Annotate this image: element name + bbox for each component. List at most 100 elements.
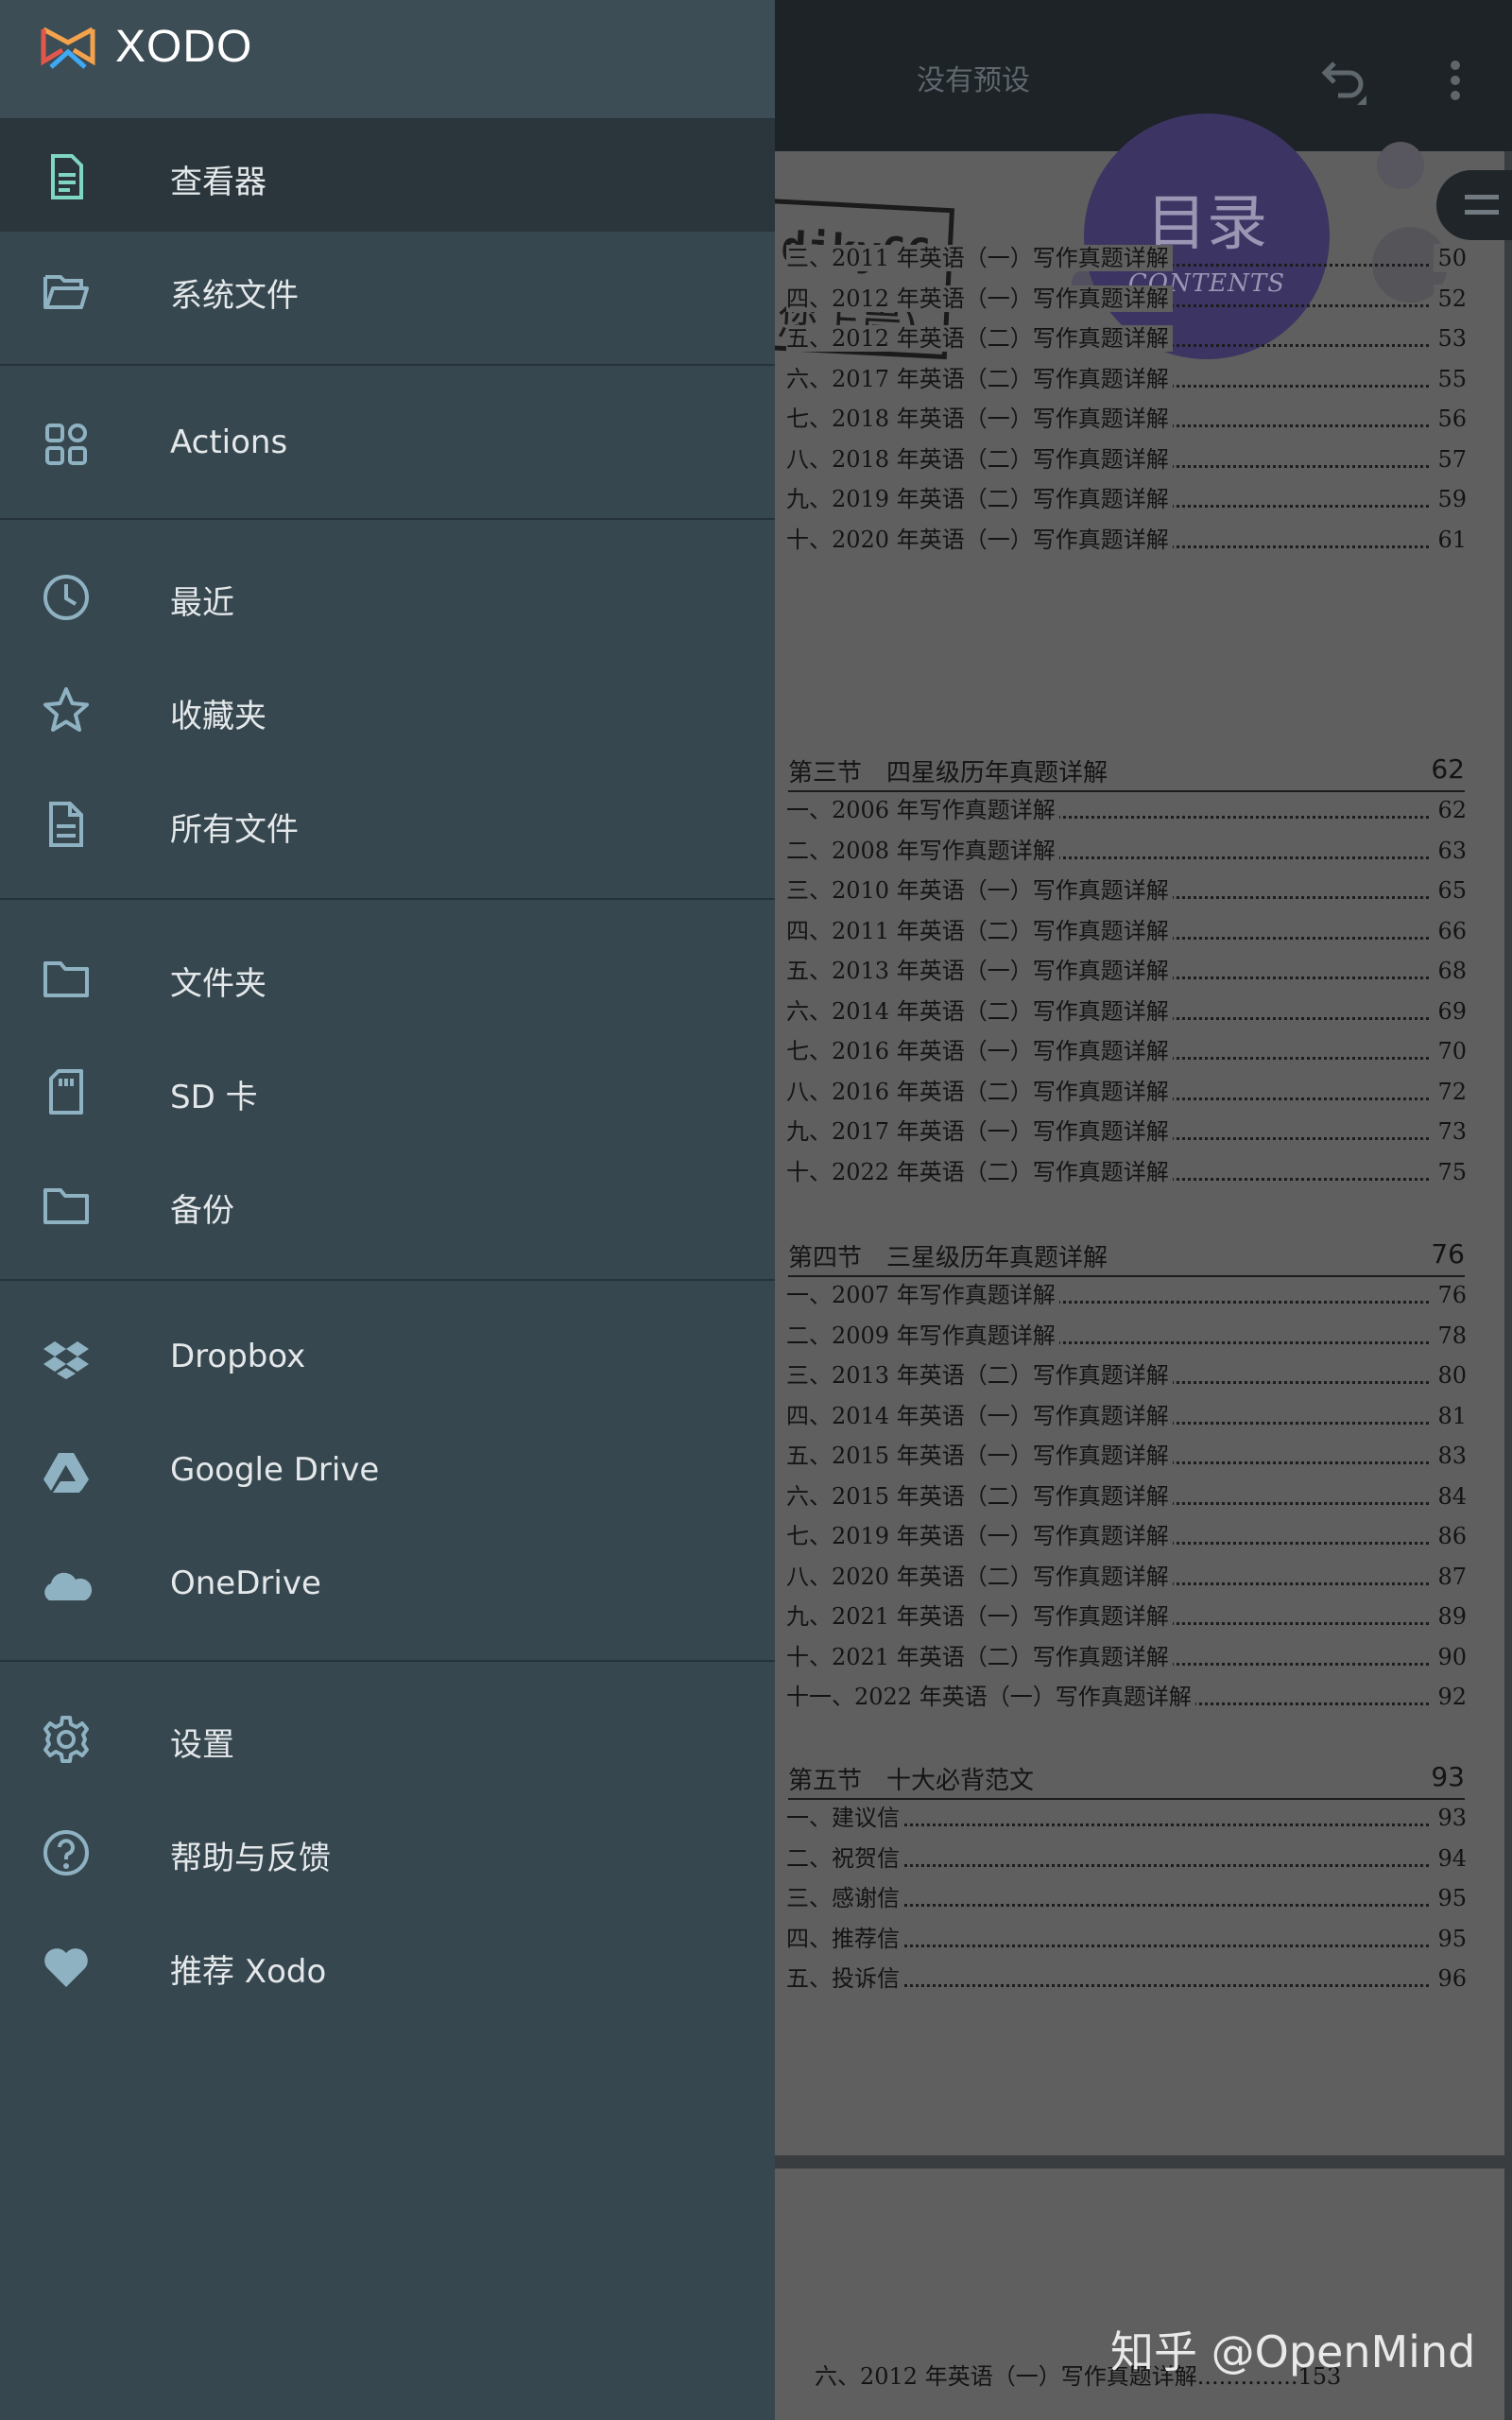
nav-item-label: Google Drive — [170, 1451, 380, 1489]
toc-line-text: 十一、2022 年英语（一）写作真题详解 — [786, 1684, 1195, 1710]
toc-line: 五、2015 年英语（一）写作真题详解 83 — [786, 1442, 1467, 1470]
toc-line-page: 94 — [1434, 1843, 1467, 1873]
nav-item-label: SD 卡 — [170, 1079, 258, 1116]
undo-icon[interactable] — [1314, 52, 1370, 109]
toc-line: 五、2013 年英语（一）写作真题详解 68 — [786, 957, 1467, 985]
more-options-icon[interactable] — [1441, 52, 1469, 109]
toc-line: 十、2021 年英语（二）写作真题详解 90 — [786, 1642, 1467, 1671]
toc-line: 一、2006 年写作真题详解 62 — [786, 796, 1467, 824]
pdf-page[interactable]: 六、2012 年英语（一）写作真题详解..............153 — [767, 2169, 1504, 2420]
toc-line-text: 四、2012 年英语（一）写作真题详解 — [786, 285, 1173, 312]
toc-line-page: 72 — [1434, 1077, 1467, 1106]
nav-actions[interactable]: Actions — [0, 386, 775, 499]
nav-item-label: 帮助与反馈 — [170, 1840, 331, 1877]
nav-folders[interactable]: 文件夹 — [0, 920, 775, 1033]
nav-item-label: 文件夹 — [170, 965, 266, 1003]
toc-line: 五、2012 年英语（二）写作真题详解 53 — [786, 324, 1467, 353]
toc-line: 四、2012 年英语（一）写作真题详解 52 — [786, 284, 1467, 313]
toc-line-text: 五、2013 年英语（一）写作真题详解 — [786, 958, 1173, 984]
nav-system-files[interactable]: 系统文件 — [0, 232, 775, 345]
toc-line: 二、2009 年写作真题详解 78 — [786, 1321, 1467, 1350]
toc-line-text: 六、2014 年英语（二）写作真题详解 — [786, 997, 1173, 1025]
document-icon — [51, 154, 83, 199]
toc-line-text: 五、2015 年英语（一）写作真题详解 — [786, 1443, 1173, 1469]
toc-line-text: 一、建议信 — [786, 1805, 903, 1831]
toc-line-page: 96 — [1434, 1964, 1467, 1993]
nav-item-label: 设置 — [170, 1726, 234, 1764]
toc-line-text: 七、2019 年英语（一）写作真题详解 — [786, 1523, 1173, 1549]
backup-folder-icon — [43, 1188, 89, 1224]
toc-line-text: 三、2013 年英语（二）写作真题详解 — [786, 1362, 1173, 1389]
side-panel-handle[interactable] — [1436, 170, 1512, 240]
folder-icon — [43, 961, 89, 997]
toc-line: 七、2016 年英语（一）写作真题详解 70 — [786, 1037, 1467, 1065]
toc-line-page: 68 — [1434, 957, 1467, 985]
xodo-logo-icon — [41, 26, 95, 69]
toc-heading-text: 第四节 三星级历年真题详解 — [788, 1244, 1108, 1272]
heart-icon — [44, 1948, 88, 1987]
nav-item-label: 所有文件 — [170, 811, 299, 849]
nav-settings[interactable]: 设置 — [0, 1681, 775, 1794]
toc-line: 八、2020 年英语（二）写作真题详解 87 — [786, 1562, 1467, 1591]
toc-line: 三、2013 年英语（二）写作真题详解 80 — [786, 1361, 1467, 1390]
toc-line-text: 三、2010 年英语（一）写作真题详解 — [786, 877, 1173, 904]
onedrive-icon — [44, 1572, 93, 1600]
toc-line-page: 78 — [1434, 1321, 1467, 1350]
toc-line-text: 一、2006 年写作真题详解 — [786, 797, 1059, 823]
toc-line: 六、2017 年英语（二）写作真题详解 55 — [786, 364, 1467, 393]
file-icon — [49, 802, 83, 847]
toc-line-page: 62 — [1434, 796, 1467, 824]
nav-item-label: 最近 — [170, 584, 234, 622]
toc-line: 十、2022 年英语（二）写作真题详解 75 — [786, 1157, 1467, 1186]
nav-all-files[interactable]: 所有文件 — [0, 766, 775, 879]
gear-icon — [43, 1716, 89, 1763]
toc-line-page: 93 — [1434, 1804, 1467, 1832]
toc-line: 六、2015 年英语（二）写作真题详解 84 — [786, 1481, 1467, 1511]
toc-line-text: 一、2007 年写作真题详解 — [786, 1282, 1059, 1308]
nav-onedrive[interactable]: OneDrive — [0, 1527, 775, 1640]
toc-line-text: 九、2021 年英语（一）写作真题详解 — [786, 1603, 1173, 1630]
nav-google-drive[interactable]: Google Drive — [0, 1413, 775, 1527]
nav-backup[interactable]: 备份 — [0, 1147, 775, 1260]
toc-line-page: 55 — [1434, 364, 1467, 393]
toc-line-page: 56 — [1434, 405, 1467, 433]
nav-favorites[interactable]: 收藏夹 — [0, 652, 775, 766]
toc-heading-text: 第五节 十大必背范文 — [788, 1767, 1035, 1795]
toc-heading-page: 62 — [1431, 753, 1465, 785]
pdf-page[interactable]: djky66 您上岸) 目录 CONTENTS 三、2011 年英语（一）写作真… — [757, 113, 1504, 2155]
toc-line: 十、2020 年英语（一）写作真题详解 61 — [786, 525, 1467, 554]
toc-line-page: 70 — [1434, 1037, 1467, 1065]
toc-line-page: 84 — [1434, 1481, 1467, 1511]
toc-line-text: 十、2020 年英语（一）写作真题详解 — [786, 526, 1173, 553]
toc-line: 五、投诉信 96 — [786, 1964, 1467, 1993]
nav-recommend[interactable]: 推荐 Xodo — [0, 1908, 775, 2021]
sd-card-icon — [49, 1069, 83, 1115]
toc-line: 二、祝贺信 94 — [786, 1843, 1467, 1873]
nav-sd-card[interactable]: SD 卡 — [0, 1033, 775, 1147]
toc-line: 九、2019 年英语（二）写作真题详解 59 — [786, 485, 1467, 513]
toc-line-text: 七、2018 年英语（一）写作真题详解 — [786, 406, 1173, 432]
toc-line-text: 九、2017 年英语（一）写作真题详解 — [786, 1118, 1173, 1145]
toc-line-page: 89 — [1434, 1602, 1467, 1631]
toc-line: 八、2018 年英语（二）写作真题详解 57 — [786, 444, 1467, 474]
grid-icon — [45, 424, 87, 465]
nav-dropbox[interactable]: Dropbox — [0, 1300, 775, 1413]
toc-line: 一、建议信 93 — [786, 1804, 1467, 1832]
toc-line-text: 四、推荐信 — [786, 1925, 903, 1952]
star-icon — [43, 687, 89, 732]
nav-help[interactable]: 帮助与反馈 — [0, 1794, 775, 1908]
toc-line-text: 七、2016 年英语（一）写作真题详解 — [786, 1038, 1173, 1064]
toc-line-text: 五、投诉信 — [786, 1965, 903, 1992]
nav-viewer[interactable]: 查看器 — [0, 118, 775, 232]
dropbox-icon — [43, 1341, 89, 1379]
toc-line-text: 五、2012 年英语（二）写作真题详解 — [786, 325, 1173, 352]
folder-open-icon — [43, 275, 89, 309]
toc-line: 一、2007 年写作真题详解 76 — [786, 1281, 1467, 1309]
toc-line-page: 57 — [1434, 444, 1467, 474]
toc-line-text: 四、2014 年英语（一）写作真题详解 — [786, 1402, 1173, 1429]
toc-line-page: 95 — [1434, 1924, 1467, 1953]
nav-recent[interactable]: 最近 — [0, 539, 775, 652]
toc-line-page: 81 — [1434, 1401, 1467, 1430]
toc-heading-text: 第三节 四星级历年真题详解 — [788, 759, 1108, 787]
toc-line: 三、2011 年英语（一）写作真题详解 50 — [786, 244, 1467, 272]
